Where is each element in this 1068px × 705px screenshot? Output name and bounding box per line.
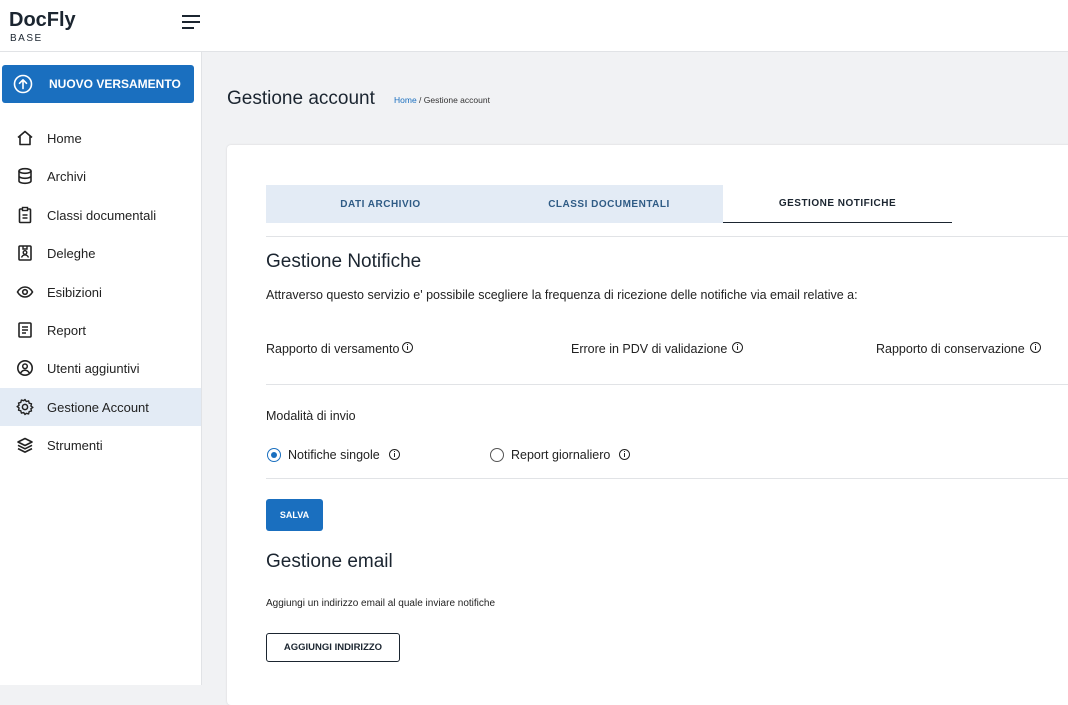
divider xyxy=(266,478,1068,479)
tab-gestione-notifiche[interactable]: GESTIONE NOTIFICHE xyxy=(723,185,952,223)
breadcrumb-current: Gestione account xyxy=(423,95,490,105)
sidebar-item-classi-documentali[interactable]: Classi documentali xyxy=(0,196,201,234)
page-title: Gestione account xyxy=(227,88,375,109)
sidebar-item-gestione-account[interactable]: Gestione Account xyxy=(0,388,201,426)
sidebar-item-archivi[interactable]: Archivi xyxy=(0,157,201,195)
info-icon[interactable] xyxy=(619,448,631,460)
tab-bar: DATI ARCHIVIO CLASSI DOCUMENTALI GESTION… xyxy=(266,185,952,223)
sidebar-item-report[interactable]: Report xyxy=(0,311,201,349)
eye-icon xyxy=(16,286,34,298)
radio-label: Report giornaliero xyxy=(511,448,611,462)
sidebar-item-label: Report xyxy=(47,322,87,338)
info-icon[interactable] xyxy=(388,448,400,460)
email-description: Aggiungi un indirizzo email al quale inv… xyxy=(266,598,496,609)
breadcrumb-home-link[interactable]: Home xyxy=(394,95,417,105)
sidebar-item-label: Classi documentali xyxy=(47,207,157,223)
divider xyxy=(266,236,1068,237)
add-address-button[interactable]: AGGIUNGI INDIRIZZO xyxy=(266,633,400,662)
sidebar-item-deleghe[interactable]: Deleghe xyxy=(0,234,201,272)
layers-icon xyxy=(17,437,33,453)
sidebar-item-label: Esibizioni xyxy=(47,284,102,300)
notifications-description: Attraverso questo servizio e' possibile … xyxy=(266,288,858,302)
new-upload-button[interactable]: NUOVO VERSAMENTO xyxy=(2,65,194,103)
radio-notifiche-singole[interactable]: Notifiche singole xyxy=(267,448,400,462)
radio-button[interactable] xyxy=(267,448,281,462)
sidebar-item-home[interactable]: Home xyxy=(0,119,201,157)
top-bar: DocFly BASE xyxy=(0,0,1068,52)
info-icon[interactable] xyxy=(732,342,744,354)
sidebar-item-strumenti[interactable]: Strumenti xyxy=(0,426,201,464)
notification-type-label: Errore in PDV di validazione xyxy=(571,342,728,356)
sidebar-item-label: Deleghe xyxy=(47,245,96,261)
user-circle-icon xyxy=(17,360,33,376)
radio-label: Notifiche singole xyxy=(288,448,380,462)
notification-type-errore-pdv: Errore in PDV di validazione xyxy=(571,342,744,356)
upload-circle-icon xyxy=(13,74,33,94)
notification-type-rapporto-versamento: Rapporto di versamento xyxy=(266,342,414,356)
save-button[interactable]: SALVA xyxy=(266,499,323,531)
database-icon xyxy=(18,167,32,185)
notification-type-label: Rapporto di conservazione xyxy=(876,342,1025,356)
breadcrumb: Home / Gestione account xyxy=(394,95,490,105)
tab-dati-archivio[interactable]: DATI ARCHIVIO xyxy=(266,185,495,223)
info-icon[interactable] xyxy=(402,342,414,354)
notification-type-label: Rapporto di versamento xyxy=(266,342,400,356)
new-upload-label: NUOVO VERSAMENTO xyxy=(49,77,181,91)
tab-classi-documentali[interactable]: CLASSI DOCUMENTALI xyxy=(495,185,723,223)
report-icon xyxy=(18,322,32,338)
clipboard-icon xyxy=(18,206,32,224)
sidebar-item-label: Archivi xyxy=(47,168,87,184)
radio-button[interactable] xyxy=(490,448,504,462)
logo-subtitle: BASE xyxy=(10,33,43,44)
home-icon xyxy=(17,130,33,146)
sidebar-item-label: Home xyxy=(47,130,82,146)
sidebar-item-utenti-aggiuntivi[interactable]: Utenti aggiuntivi xyxy=(0,349,201,387)
notification-type-rapporto-conservazione: Rapporto di conservazione xyxy=(876,342,1041,356)
sidebar-item-label: Strumenti xyxy=(47,437,103,453)
notifications-heading: Gestione Notifiche xyxy=(266,251,422,272)
sidebar-item-label: Gestione Account xyxy=(47,399,149,415)
gear-icon xyxy=(16,398,34,416)
info-icon[interactable] xyxy=(1029,342,1041,354)
logo-name: DocFly xyxy=(9,9,76,31)
breadcrumb-separator: / xyxy=(416,95,424,105)
sidebar: NUOVO VERSAMENTO Home Archivi Classi doc… xyxy=(0,52,202,685)
content-card xyxy=(227,145,1068,705)
radio-report-giornaliero[interactable]: Report giornaliero xyxy=(490,448,631,462)
menu-icon[interactable] xyxy=(182,14,200,30)
send-mode-label: Modalità di invio xyxy=(266,409,356,423)
email-heading: Gestione email xyxy=(266,551,393,572)
sidebar-item-esibizioni[interactable]: Esibizioni xyxy=(0,273,201,311)
sidebar-item-label: Utenti aggiuntivi xyxy=(47,360,140,376)
divider xyxy=(266,384,1068,385)
id-badge-icon xyxy=(18,245,32,261)
